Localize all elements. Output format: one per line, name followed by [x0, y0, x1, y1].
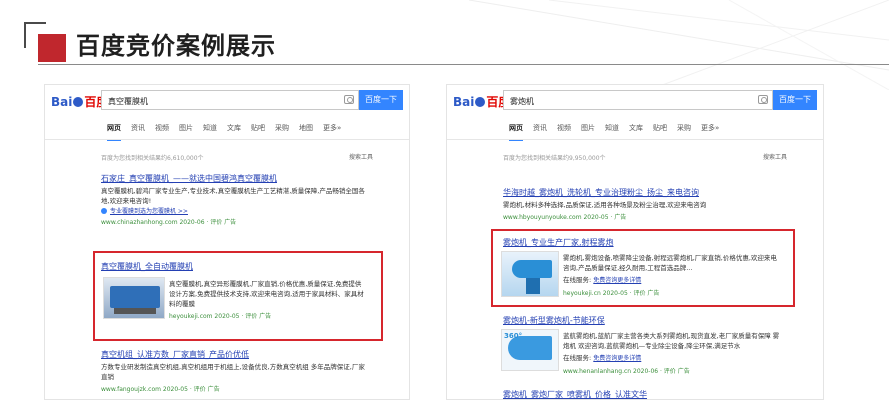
search-button[interactable]: 百度一下 [359, 90, 403, 110]
ad-result: 真空机组_认准方数_厂家直销_产品价优低 方数专业研发制造真空机组,真空机组用于… [101, 349, 371, 393]
title-underline [38, 64, 889, 65]
online-service: 在线服务: 免费咨询更多详情 [563, 276, 642, 284]
baidu-screenshot-right: Bai 百度 雾炮机 百度一下 网页 资讯 视频 图片 知道 文库 贴吧 采购 更… [446, 84, 824, 400]
result-meta: heyoukeji.cn 2020-05 · 评价 广告 [563, 290, 660, 297]
result-thumbnail[interactable] [501, 251, 559, 297]
result-snippet: 真空覆膜机,真空异形覆膜机,厂家直销,价格优惠,质量保证,免费提供设计方案,免费… [169, 280, 364, 308]
result-title-link[interactable]: 雾炮机_雾炮厂家_喷雾机_价格_认准文华 [503, 389, 773, 399]
result-meta: heyoukeji.com 2020-05 · 评价 广告 [169, 313, 272, 320]
title-red-square [38, 34, 66, 62]
ad-result-highlighted: 雾炮机_专业生产厂家,射程雾炮 [503, 237, 773, 248]
search-input[interactable]: 真空覆膜机 [101, 90, 359, 110]
camera-icon[interactable] [758, 95, 768, 104]
search-tools-button[interactable]: 搜索工具 [349, 152, 373, 161]
ad-result-highlighted: 真空覆膜机_全自动覆膜机 [101, 261, 371, 272]
background-decoration [469, 0, 889, 90]
result-snippet: 雾炮机,材料多种选择,品质保证,适用各种场景及粉尘治理,欢迎来电咨询 [503, 201, 707, 209]
service-link[interactable]: 免费咨询更多详情 [593, 277, 641, 284]
ad-result: 雾炮机_雾炮厂家_喷雾机_价格_认准文华 [503, 389, 773, 399]
search-button[interactable]: 百度一下 [773, 90, 817, 110]
baidu-paw-icon [73, 97, 84, 107]
result-snippet: 蓝航雾炮机,蓝航厂家主营各类大系列雾炮机,现货直发,老厂家质量有保障 雾炮机 欢… [563, 332, 780, 350]
page-title: 百度竞价案例展示 [76, 32, 276, 60]
result-snippet: 真空覆膜机,碧鸿厂家专业生产,专业技术,真空覆膜机生产工艺精湛,质量保障,产品畅… [101, 187, 365, 205]
info-dot-icon [101, 208, 107, 214]
ad-result: 雾炮机-新型雾炮机-节能环保 [503, 315, 773, 326]
ad-result: 华海时越_雾炮机_洗轮机_专业治理粉尘_扬尘_来电咨询 雾炮机,材料多种选择,品… [503, 187, 773, 221]
baidu-logo: Bai 百度 [51, 95, 109, 109]
result-snippet: 雾炮机,雾炮设备,喷雾降尘设备,射程远雾炮机,厂家直销,价格优惠,欢迎来电咨询,… [563, 254, 777, 272]
search-input[interactable]: 雾炮机 [503, 90, 773, 110]
result-meta: www.hbyouyunyouke.com 2020-05 · 广告 [503, 214, 627, 221]
result-meta: www.chinazhanhong.com 2020-06 · 评价 广告 [101, 219, 237, 226]
result-count: 百度为您找到相关结果约6,610,000个 [101, 155, 204, 162]
baidu-paw-icon [475, 97, 486, 107]
result-body: 雾炮机,雾炮设备,喷雾降尘设备,射程远雾炮机,厂家直销,价格优惠,欢迎来电咨询,… [563, 251, 783, 297]
result-count: 百度为您找到相关结果约9,950,000个 [503, 155, 606, 162]
result-meta: www.fangoujzk.com 2020-05 · 评价 广告 [101, 386, 220, 393]
result-body: 真空覆膜机,真空异形覆膜机,厂家直销,价格优惠,质量保证,免费提供设计方案,免费… [169, 277, 367, 320]
online-service: 在线服务: 免费咨询更多详情 [563, 354, 642, 362]
result-title-link[interactable]: 石家庄_真空覆膜机_——就选中国碧鸿真空覆膜机 [101, 173, 371, 184]
result-meta: www.henanlanhang.cn 2020-06 · 评价 广告 [563, 368, 690, 375]
result-title-link[interactable]: 真空覆膜机_全自动覆膜机 [101, 261, 371, 272]
baidu-screenshot-left: Bai 百度 真空覆膜机 百度一下 网页 资讯 视频 图片 知道 文库 贴吧 采购… [44, 84, 410, 400]
tab-divider [45, 139, 409, 140]
result-title-link[interactable]: 雾炮机-新型雾炮机-节能环保 [503, 315, 773, 326]
360-badge: 360° [504, 332, 523, 340]
service-link[interactable]: 免费咨询更多详情 [593, 355, 641, 362]
result-snippet: 方数专业研发制造真空机组,真空机组用于机组上,设备优良,方数真空机组 多年品牌保… [101, 363, 365, 381]
ad-result: 石家庄_真空覆膜机_——就选中国碧鸿真空覆膜机 真空覆膜机,碧鸿厂家专业生产,专… [101, 173, 371, 226]
result-title-link[interactable]: 华海时越_雾炮机_洗轮机_专业治理粉尘_扬尘_来电咨询 [503, 187, 773, 198]
result-body: 蓝航雾炮机,蓝航厂家主营各类大系列雾炮机,现货直发,老厂家质量有保障 雾炮机 欢… [563, 329, 783, 375]
result-title-link[interactable]: 雾炮机_专业生产厂家,射程雾炮 [503, 237, 773, 248]
result-sub-link[interactable]: 专业覆膜到选为您覆膜机 >> [101, 206, 371, 215]
result-thumbnail[interactable]: 360° [501, 329, 559, 371]
tab-divider [447, 139, 823, 140]
result-title-link[interactable]: 真空机组_认准方数_厂家直销_产品价优低 [101, 349, 371, 360]
camera-icon[interactable] [344, 95, 354, 104]
search-tools-button[interactable]: 搜索工具 [763, 152, 787, 161]
result-thumbnail[interactable] [103, 277, 165, 319]
baidu-logo: Bai 百度 [453, 95, 511, 109]
